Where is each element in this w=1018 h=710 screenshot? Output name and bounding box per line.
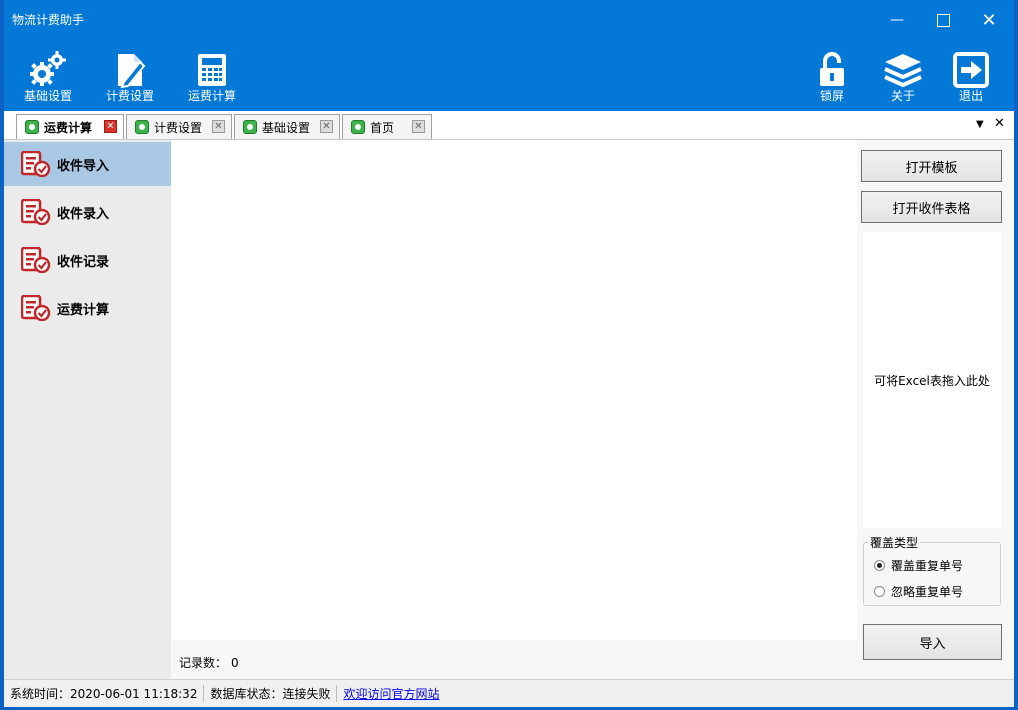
- toolbar-exit-button[interactable]: 退出: [939, 46, 1003, 106]
- calculator-icon: [198, 54, 226, 86]
- sidebar-item-label: 收件记录: [57, 254, 110, 270]
- tab-close-icon[interactable]: ✕: [320, 120, 333, 133]
- close-icon: ✕: [981, 9, 997, 31]
- right-panel: 打开模板 打开收件表格 可将Excel表拖入此处 覆盖类型 覆盖重复单号 忽略重…: [857, 140, 1014, 679]
- tab-label: 计费设置: [154, 120, 203, 135]
- overwrite-type-group: 覆盖类型 覆盖重复单号 忽略重复单号: [863, 534, 1001, 606]
- maximize-button[interactable]: [920, 0, 966, 40]
- tab-list-dropdown-icon[interactable]: ▼: [976, 119, 984, 130]
- unlock-icon: [820, 52, 844, 86]
- toolbar-exit-label: 退出: [958, 89, 983, 103]
- tab-freight-calc[interactable]: 运费计算 ✕: [16, 114, 124, 139]
- record-count-bar: 记录数： 0: [171, 640, 857, 679]
- excel-drop-zone[interactable]: 可将Excel表拖入此处: [863, 232, 1001, 528]
- radio-label: 覆盖重复单号: [891, 559, 964, 573]
- sidebar-item-freight-calc[interactable]: 运费计算: [4, 286, 171, 330]
- toolbar-billing-settings-label: 计费设置: [105, 89, 154, 103]
- record-count-value: 0: [231, 656, 239, 670]
- tab-label: 首页: [370, 120, 395, 135]
- minimize-button[interactable]: —: [874, 0, 920, 40]
- sidebar: 收件导入 收件录入 收件记录 运费计算: [4, 140, 171, 679]
- import-button[interactable]: 导入: [863, 624, 1002, 660]
- checklist-icon: [21, 151, 51, 177]
- overwrite-duplicates-radio[interactable]: 覆盖重复单号: [874, 557, 963, 574]
- tab-basic-settings[interactable]: 基础设置 ✕: [234, 114, 340, 139]
- radio-unchecked-icon: [874, 586, 885, 597]
- close-all-tabs-icon[interactable]: ✕: [994, 116, 1005, 131]
- sidebar-item-label: 收件导入: [57, 158, 110, 174]
- tab-label: 运费计算: [44, 120, 93, 135]
- tab-page-icon: [135, 120, 149, 134]
- sidebar-item-receipt-entry[interactable]: 收件录入: [4, 190, 171, 234]
- title-bar: 物流计费助手 — ✕: [4, 0, 1014, 40]
- toolbar-about-button[interactable]: 关于: [871, 46, 935, 106]
- tab-page-icon: [25, 120, 39, 134]
- data-grid-area[interactable]: [171, 140, 847, 640]
- main-toolbar: 基础设置 计费设置 运费计算 锁屏 关于 退出: [4, 40, 1014, 110]
- tab-billing-settings[interactable]: 计费设置 ✕: [126, 114, 232, 139]
- checklist-icon: [21, 247, 51, 273]
- toolbar-freight-calc-button[interactable]: 运费计算: [180, 46, 244, 106]
- sidebar-item-label: 运费计算: [57, 302, 110, 318]
- radio-label: 忽略重复单号: [891, 585, 964, 599]
- toolbar-freight-calc-label: 运费计算: [187, 89, 236, 103]
- database-status: 数据库状态：连接失败: [204, 685, 338, 702]
- close-window-button[interactable]: ✕: [966, 0, 1012, 40]
- ignore-duplicates-radio[interactable]: 忽略重复单号: [874, 583, 963, 600]
- tab-page-icon: [351, 120, 365, 134]
- tab-label: 基础设置: [262, 120, 311, 135]
- tab-home[interactable]: 首页 ✕: [342, 114, 432, 139]
- app-window: 物流计费助手 — ✕ 基础设置 计费设置 运费计算 锁屏 关于 退出 运费计算 …: [4, 0, 1014, 707]
- official-website-link[interactable]: 欢迎访问官方网站: [337, 685, 439, 702]
- tab-close-icon[interactable]: ✕: [412, 120, 425, 133]
- radio-checked-icon: [874, 560, 885, 571]
- tab-close-icon[interactable]: ✕: [212, 120, 225, 133]
- exit-icon: [953, 52, 989, 88]
- sidebar-item-receipt-records[interactable]: 收件记录: [4, 238, 171, 282]
- tab-page-icon: [243, 120, 257, 134]
- layers-icon: [884, 54, 922, 88]
- toolbar-basic-settings-label: 基础设置: [23, 89, 72, 103]
- minimize-icon: —: [890, 12, 904, 28]
- tab-close-icon[interactable]: ✕: [104, 120, 117, 133]
- toolbar-lock-label: 锁屏: [819, 89, 844, 103]
- checklist-icon: [21, 199, 51, 225]
- tab-bar: 运费计算 ✕ 计费设置 ✕ 基础设置 ✕ 首页 ✕ ▼ ✕: [4, 111, 1014, 140]
- gears-icon: [30, 51, 66, 86]
- status-bar: 系统时间：2020-06-01 11:18:32 数据库状态：连接失败 欢迎访问…: [4, 679, 1014, 707]
- window-title: 物流计费助手: [12, 13, 85, 27]
- sidebar-item-receipt-import[interactable]: 收件导入: [4, 142, 171, 186]
- record-count-text: 记录数： 0: [179, 654, 239, 671]
- drop-hint-text: 可将Excel表拖入此处: [874, 373, 990, 388]
- content-area: 收件导入 收件录入 收件记录 运费计算 记录数： 0 打开模板 打开收件表格 可…: [4, 140, 1014, 679]
- document-pen-icon: [118, 54, 146, 89]
- toolbar-about-label: 关于: [890, 89, 915, 103]
- toolbar-billing-settings-button[interactable]: 计费设置: [98, 46, 162, 106]
- checklist-icon: [21, 295, 51, 321]
- record-count-label: 记录数：: [179, 656, 228, 670]
- overwrite-type-title: 覆盖类型: [868, 534, 921, 551]
- toolbar-basic-settings-button[interactable]: 基础设置: [16, 46, 80, 106]
- toolbar-lock-button[interactable]: 锁屏: [800, 46, 864, 106]
- maximize-icon: [936, 13, 950, 27]
- open-receipt-table-button[interactable]: 打开收件表格: [861, 191, 1002, 223]
- sidebar-item-label: 收件录入: [57, 206, 110, 222]
- system-time: 系统时间：2020-06-01 11:18:32: [4, 685, 205, 702]
- open-template-button[interactable]: 打开模板: [861, 150, 1002, 182]
